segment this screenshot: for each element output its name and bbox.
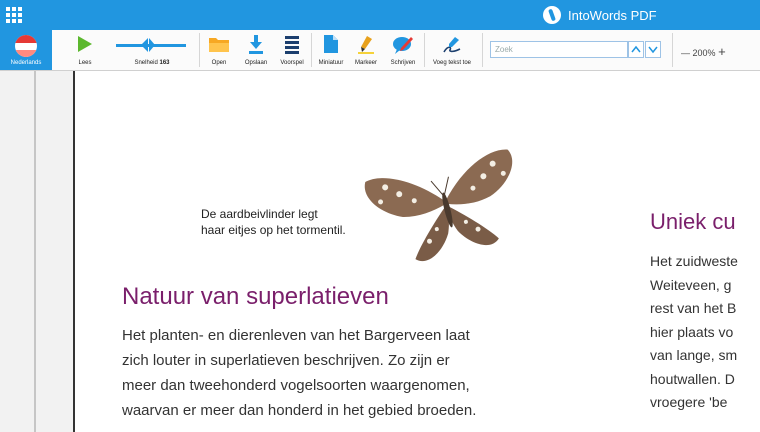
speed-value: 163 [159,60,170,66]
paragraph-line: hier plaats vo [650,323,734,340]
open-button[interactable]: Open [204,30,234,70]
app-name: IntoWords PDF [568,7,657,23]
section-heading: Natuur van superlatieven [122,283,389,310]
divider [672,33,673,67]
search-prev-button[interactable] [628,41,644,58]
page-icon [324,35,338,53]
zoom-level: 200% [692,48,716,58]
app-title: IntoWords PDF [543,6,657,24]
language-label: Nederlands [10,60,42,66]
body-paragraph: Het planten- en dierenleven van het Barg… [122,323,562,423]
language-button[interactable]: Nederlands [0,30,52,70]
zoom-in-button[interactable]: + [718,44,726,59]
divider [482,33,483,67]
image-caption: De aardbeivlinder legt haar eitjes op he… [201,206,346,238]
section-heading-2: Uniek cu [650,209,736,234]
search-next-button[interactable] [645,41,661,58]
divider [311,33,312,67]
divider [199,33,200,67]
document-lines-icon [285,36,299,54]
zoom-control: — 200% + [681,44,726,59]
sidebar-strip [34,71,36,432]
chevron-down-icon [648,46,658,54]
paragraph-line: meer dan tweehonderd vogelsoorten waarge… [122,377,470,394]
paragraph-line: zich louter in superlatieven beschrijven… [122,352,450,369]
slider-knob-icon[interactable] [141,38,155,52]
folder-icon [209,38,229,52]
signature-pen-icon [443,37,461,53]
speed-label: Snelheid 163 [116,60,188,66]
highlight-label: Markeer [354,60,377,66]
download-icon [249,35,263,54]
paragraph-line: Het planten- en dierenleven van het Barg… [122,327,470,344]
play-icon [78,36,92,52]
highlighter-icon [358,36,374,54]
paragraph-line: waarvan er meer dan honderd in het gebie… [122,402,477,419]
preview-label: Voorspel [280,60,304,66]
write-label: Schrijven [390,60,416,66]
intowords-logo-icon [543,6,561,24]
open-label: Open [211,60,227,66]
caption-line: haar eitjes op het tormentil. [201,223,346,237]
paragraph-line: rest van het B [650,300,737,316]
search-input[interactable]: Zoek [490,41,628,58]
highlight-button[interactable]: Markeer [350,30,382,70]
save-button[interactable]: Opslaan [241,30,271,70]
divider [424,33,425,67]
caption-line: De aardbeivlinder legt [201,207,318,221]
title-bar: IntoWords PDF [0,0,760,30]
apps-grid-icon[interactable] [6,7,22,23]
dutch-flag-icon [15,35,37,57]
write-button[interactable]: Schrijven [385,30,421,70]
butterfly-image [364,149,513,261]
paragraph-line: houtwallen. D [650,370,735,387]
thumbnail-label: Miniatuur [318,60,344,66]
add-text-label: Voeg tekst toe [432,60,472,66]
second-column-text: Het zuidweste Weiteveen, g rest van het … [650,250,738,415]
chevron-up-icon [631,45,641,53]
read-button[interactable]: Lees [68,30,102,70]
paragraph-line: van lange, sm [650,347,738,363]
thumbnail-button[interactable]: Miniatuur [313,30,349,70]
read-label: Lees [78,60,92,66]
paragraph-line: Weiteveen, g [650,276,732,293]
zoom-out-button[interactable]: — [681,48,690,58]
preview-button[interactable]: Voorspel [276,30,308,70]
save-label: Opslaan [244,60,268,66]
pen-bubble-icon [393,37,413,54]
speed-label-text: Snelheid [134,60,158,66]
paragraph-line: Het zuidweste [650,253,738,269]
add-text-button[interactable]: Voeg tekst toe [426,30,478,70]
paragraph-line: vroegere 'be [650,394,728,410]
speed-slider[interactable] [116,38,186,52]
